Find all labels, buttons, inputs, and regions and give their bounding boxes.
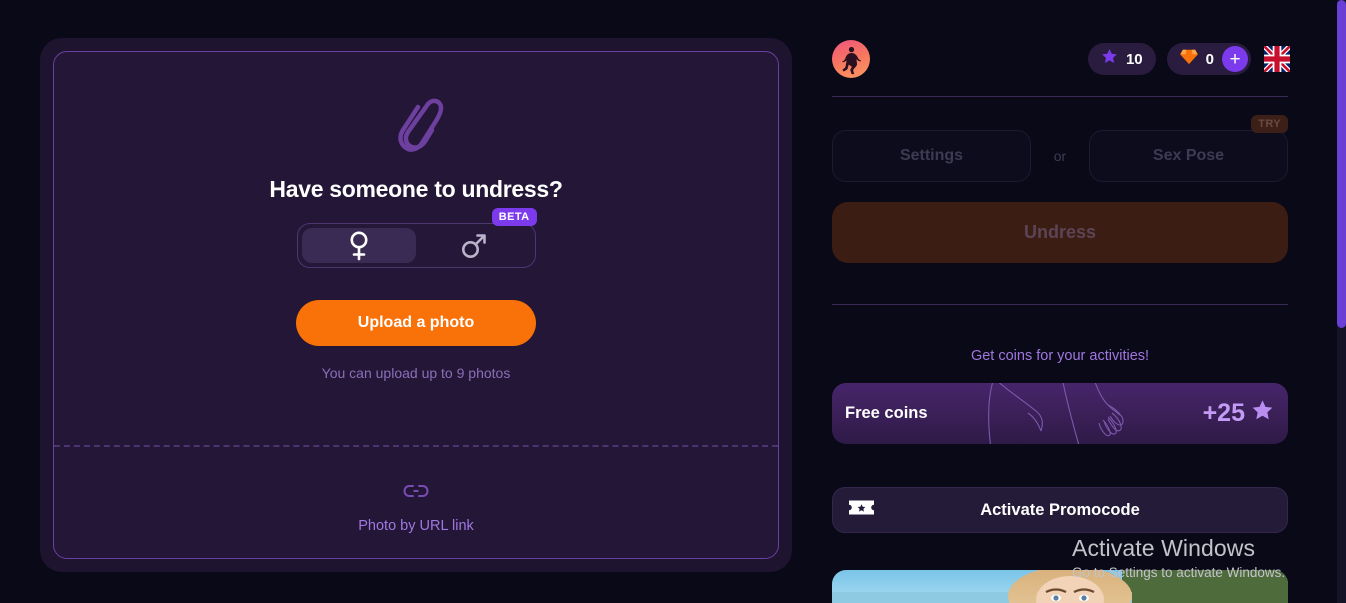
settings-button[interactable]: Settings xyxy=(832,130,1031,182)
decorative-lineart xyxy=(988,383,1124,444)
upload-card: Have someone to undress? BETA Upload a p… xyxy=(40,38,792,572)
link-icon xyxy=(403,483,429,504)
activate-promocode-label: Activate Promocode xyxy=(980,500,1140,519)
beta-badge: BETA xyxy=(491,208,537,226)
scrollbar-thumb[interactable] xyxy=(1337,0,1346,328)
sex-pose-label: Sex Pose xyxy=(1152,147,1225,164)
page-title: Have someone to undress? xyxy=(269,176,563,202)
free-coins-amount: +25 xyxy=(1203,399,1274,429)
gender-option-female[interactable] xyxy=(301,228,416,263)
coins-section-title: Get coins for your activities! xyxy=(970,348,1150,364)
upload-photo-button[interactable]: Upload a photo xyxy=(296,300,536,346)
header-divider xyxy=(832,96,1288,97)
coins-section-divider xyxy=(832,304,1288,305)
scrollbar-track[interactable] xyxy=(1337,0,1346,603)
add-coins-button[interactable]: + xyxy=(1222,46,1248,72)
star-icon xyxy=(1251,399,1274,429)
avatar[interactable] xyxy=(832,40,870,78)
account-header: 10 0 + xyxy=(832,36,1292,82)
paperclip-icon xyxy=(388,94,444,156)
sex-pose-button[interactable]: Sex Pose TRY xyxy=(1089,115,1288,182)
or-separator-label: or xyxy=(1053,148,1067,164)
photo-by-url-link[interactable]: Photo by URL link xyxy=(54,445,778,558)
upload-hint-text: You can upload up to 9 photos xyxy=(321,365,511,381)
right-sidebar: 10 0 + Settings or Sex Pose TRY Undress … xyxy=(832,0,1292,603)
star-icon xyxy=(1101,48,1118,70)
gender-option-male[interactable] xyxy=(416,228,531,263)
free-coins-value: +25 xyxy=(1202,399,1245,427)
female-gender-icon xyxy=(348,231,370,261)
photo-url-label: Photo by URL link xyxy=(358,518,474,534)
preview-photo[interactable] xyxy=(832,570,1288,603)
coins-count: 0 xyxy=(1205,50,1214,68)
header-actions: 10 0 + xyxy=(1087,43,1292,75)
stars-badge[interactable]: 10 xyxy=(1087,43,1156,75)
free-coins-label: Free coins xyxy=(845,404,928,422)
diamond-icon xyxy=(1179,48,1198,70)
generation-actions: Settings or Sex Pose TRY xyxy=(832,115,1288,182)
stars-count: 10 xyxy=(1125,50,1143,68)
male-gender-icon xyxy=(460,232,487,260)
free-coins-card[interactable]: Free coins +25 xyxy=(832,383,1288,444)
gender-toggle[interactable]: BETA xyxy=(296,208,537,268)
try-badge: TRY xyxy=(1251,115,1288,133)
coins-badge[interactable]: 0 + xyxy=(1166,43,1251,75)
uk-flag-icon[interactable] xyxy=(1262,44,1292,74)
activate-promocode-button[interactable]: Activate Promocode xyxy=(832,487,1288,533)
upload-dropzone[interactable]: Have someone to undress? BETA Upload a p… xyxy=(54,52,778,444)
upload-card-inner: Have someone to undress? BETA Upload a p… xyxy=(53,51,779,559)
undress-button[interactable]: Undress xyxy=(832,202,1288,263)
